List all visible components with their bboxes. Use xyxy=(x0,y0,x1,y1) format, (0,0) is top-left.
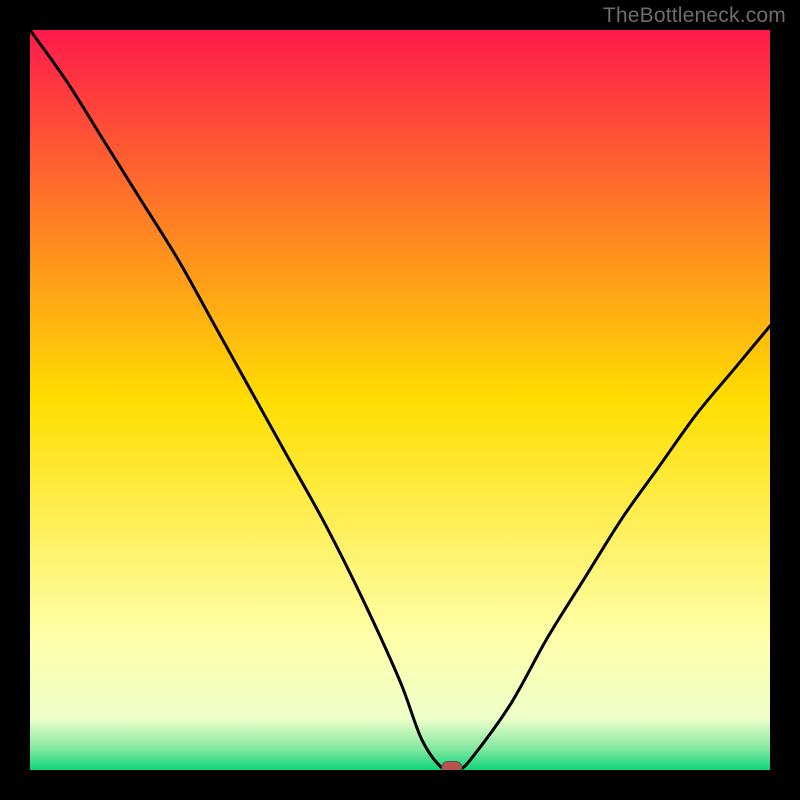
bottleneck-plot xyxy=(30,30,770,770)
watermark-text: TheBottleneck.com xyxy=(603,4,786,28)
minimum-marker xyxy=(442,762,462,771)
plot-background xyxy=(30,30,770,770)
chart-frame: TheBottleneck.com xyxy=(0,0,800,800)
